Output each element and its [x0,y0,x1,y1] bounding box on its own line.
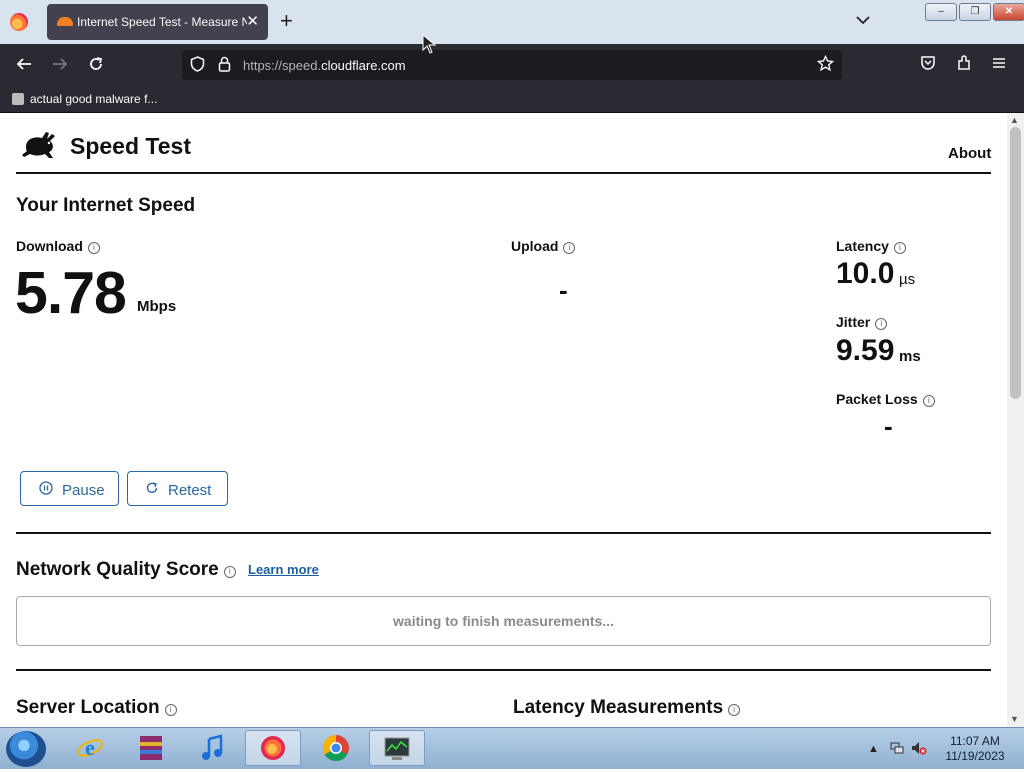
mouse-cursor-icon [422,34,436,54]
navigation-toolbar: https://speed.cloudflare.com [0,44,1024,86]
winrar-icon[interactable] [123,730,179,766]
pause-button[interactable]: Pause [20,471,119,506]
bookmarks-toolbar: actual good malware f... [0,86,1024,113]
divider [16,669,991,671]
latency-label: Latency i [836,238,906,254]
section-title: Your Internet Speed [16,195,196,216]
page-scrollbar[interactable]: ▲ ▼ [1007,113,1024,727]
info-icon[interactable]: i [87,242,100,254]
download-label: Download i [16,238,100,254]
cloudflare-favicon [57,17,73,26]
pocket-icon[interactable] [920,55,936,74]
download-value: 5.78 [15,260,127,326]
clock-date: 11/19/2023 [945,749,1005,763]
learn-more-link[interactable]: Learn more [248,562,319,577]
web-page: Speed Test About Your Internet Speed Dow… [0,113,1007,727]
tab-strip: Internet Speed Test - Measure Network Pe… [0,0,1024,44]
taskbar-clock[interactable]: 11:07 AM 11/19/2023 [940,734,1010,764]
scrollbar-thumb[interactable] [1010,127,1021,399]
jitter-value: 9.59 [836,334,895,367]
minimize-button[interactable]: – [925,3,957,21]
retest-button[interactable]: Retest [127,471,228,506]
window-controls: – ❐ ✕ [925,3,1024,21]
retest-label: Retest [168,482,212,499]
network-icon[interactable] [890,742,907,755]
latency-unit: µs [899,271,916,288]
retest-icon [145,481,159,498]
info-icon[interactable]: i [164,704,177,716]
rabbit-logo-icon[interactable] [20,127,60,161]
extensions-icon[interactable] [956,55,972,74]
scroll-up-icon[interactable]: ▲ [1010,115,1019,125]
maximize-button[interactable]: ❐ [959,3,991,21]
download-unit: Mbps [137,298,177,315]
info-icon[interactable]: i [563,242,576,254]
jitter-unit: ms [899,348,921,365]
network-quality-title: Network Quality Score i [16,559,236,581]
about-link[interactable]: About [948,145,991,162]
site-title[interactable]: Speed Test [70,133,191,160]
ie-icon[interactable]: e [62,730,118,766]
lock-icon[interactable] [218,56,231,75]
upload-value: - [559,275,568,305]
forward-icon[interactable] [51,55,69,76]
latency-value: 10.0 [836,257,895,290]
bookmark-favicon-icon [12,93,24,105]
firefox-taskbar-icon[interactable] [245,730,301,766]
network-quality-box: waiting to finish measurements... [16,596,991,646]
show-hidden-icons-icon[interactable]: ▲ [868,743,879,755]
clock-time: 11:07 AM [950,734,1000,748]
packet-loss-value: - [884,411,893,441]
new-tab-button[interactable]: + [280,10,293,32]
packet-loss-label: Packet Loss i [836,391,935,407]
info-icon[interactable]: i [893,242,906,254]
info-icon[interactable]: i [223,566,236,578]
menu-icon[interactable] [992,55,1006,73]
back-icon[interactable] [15,55,33,76]
url-text[interactable]: https://speed.cloudflare.com [243,58,406,73]
info-icon[interactable]: i [728,704,741,716]
jitter-label: Jitter i [836,314,888,330]
chrome-icon[interactable] [308,730,364,766]
windows-start-icon[interactable] [6,731,46,767]
scroll-down-icon[interactable]: ▼ [1010,714,1019,724]
tab-speed-test[interactable]: Internet Speed Test - Measure Network Pe… [47,4,268,40]
shield-icon[interactable] [190,56,205,76]
pause-icon [39,481,53,498]
svg-text:e: e [85,735,95,760]
upload-label: Upload i [511,238,576,254]
list-all-tabs-icon[interactable] [856,12,870,28]
divider [16,532,991,534]
divider [16,172,991,174]
speaker-muted-icon[interactable] [911,742,927,755]
windows-taskbar: e ▲ 11:07 AM 11/19/2023 [0,727,1024,769]
firefox-icon[interactable] [10,13,28,31]
reload-icon[interactable] [87,55,105,76]
network-quality-status: waiting to finish measurements... [393,613,614,629]
info-icon[interactable]: i [922,395,935,407]
bookmark-item[interactable]: actual good malware f... [12,92,157,106]
address-bar[interactable]: https://speed.cloudflare.com [182,50,842,80]
star-icon[interactable] [816,54,835,77]
system-tray: ▲ [868,741,927,755]
info-icon[interactable]: i [875,318,888,330]
latency-measurements-title: Latency Measurements i [513,697,741,719]
close-window-button[interactable]: ✕ [993,3,1024,21]
pause-label: Pause [62,482,105,499]
tab-close-icon[interactable]: ✕ [246,12,259,30]
task-manager-icon[interactable] [369,730,425,766]
server-location-title: Server Location i [16,697,177,719]
itunes-icon[interactable] [184,730,240,766]
tab-title: Internet Speed Test - Measure Network Pe… [77,15,247,29]
